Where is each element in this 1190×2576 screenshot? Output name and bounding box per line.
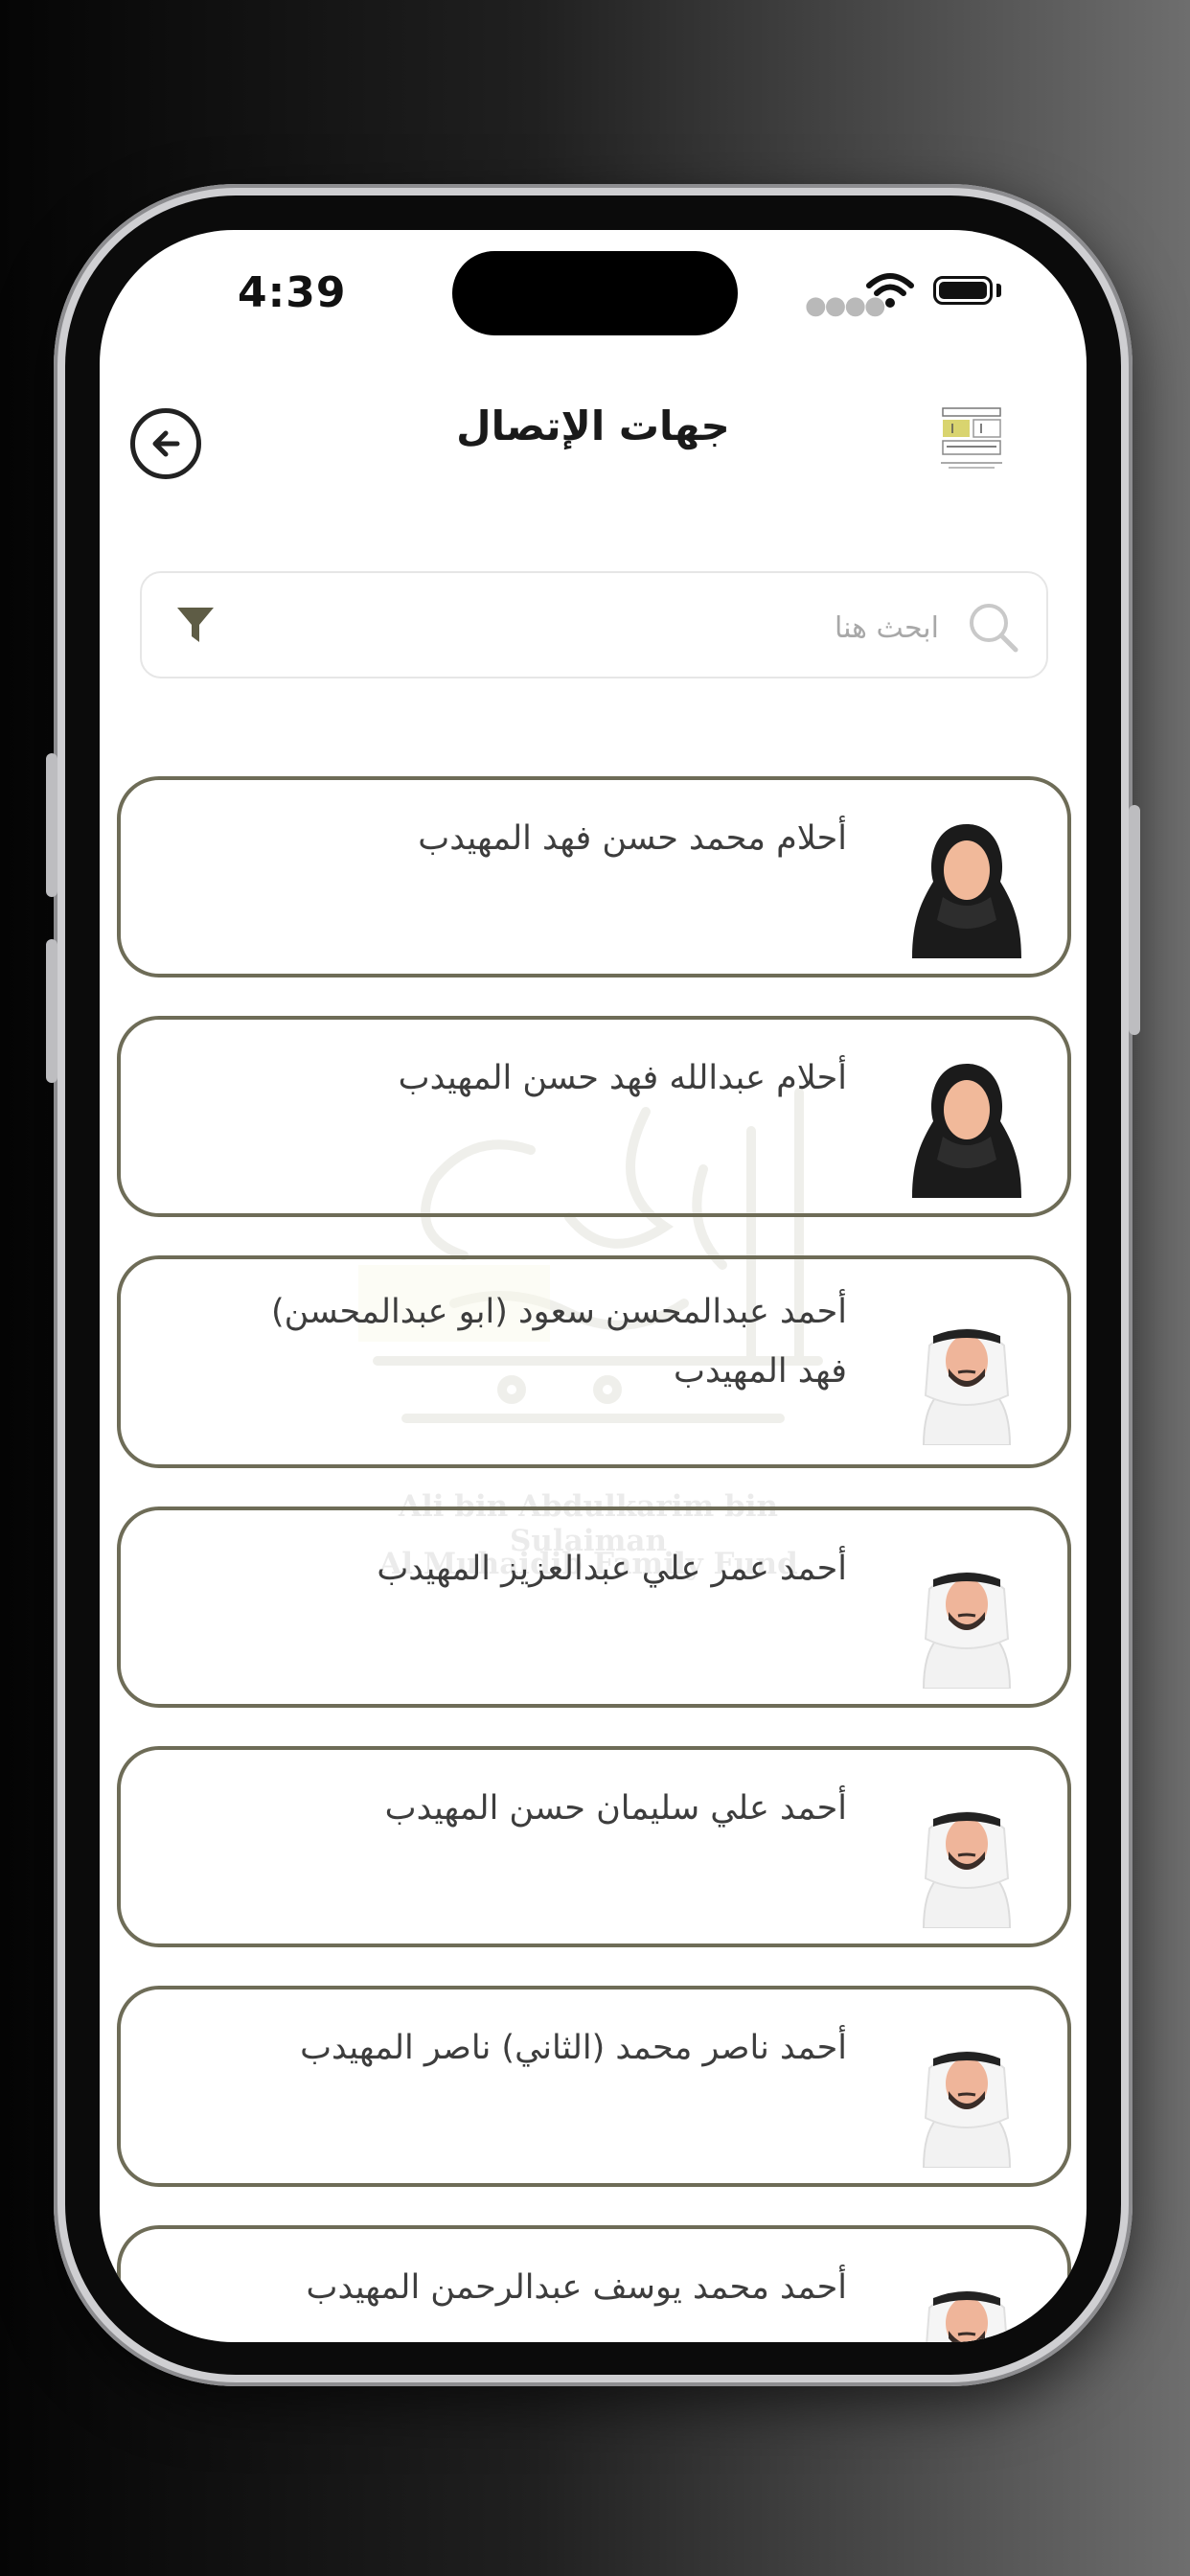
page-title: جهات الإتصال (456, 402, 730, 449)
male-avatar-icon (926, 2290, 1008, 2342)
contact-card[interactable]: أحلام عبدالله فهد حسن المهيدب (117, 1016, 1071, 1217)
female-avatar-icon (912, 824, 1021, 958)
battery-icon (933, 276, 993, 305)
contact-card[interactable]: أحمد محمد يوسف عبدالرحمن المهيدب (117, 2225, 1071, 2342)
male-avatar-icon (922, 2051, 1012, 2168)
male-avatar-icon (922, 1811, 1012, 1928)
dynamic-island (452, 251, 738, 335)
back-button[interactable] (130, 408, 201, 479)
contact-name: أحلام محمد حسن فهد المهيدب (418, 819, 847, 858)
status-bar: 4:39 ●●●● (100, 230, 1087, 355)
contact-name: أحمد محمد يوسف عبدالرحمن المهيدب (306, 2268, 847, 2307)
contact-name: أحمد عمر علي عبدالعزيز المهيدب (377, 1550, 847, 1588)
search-input[interactable] (324, 600, 941, 656)
phone-power-button (1129, 805, 1140, 1035)
contact-card[interactable]: أحمد عبدالمحسن سعود (ابو عبدالمحسن) فهد … (117, 1255, 1071, 1468)
battery-tip (996, 284, 1001, 297)
wifi-icon (866, 273, 914, 308)
phone-action-button (46, 753, 57, 897)
search-bar (140, 571, 1048, 678)
contact-name: أحمد ناصر محمد (الثاني) ناصر المهيدب (300, 2029, 847, 2067)
status-time: 4:39 (238, 268, 347, 317)
search-icon (970, 604, 1018, 653)
contact-name: أحمد عبدالمحسن سعود (ابو عبدالمحسن) فهد … (271, 1293, 847, 1391)
male-avatar-icon (922, 1328, 1012, 1445)
contact-card[interactable]: أحمد عمر علي عبدالعزيز المهيدب (117, 1506, 1071, 1708)
female-avatar-icon (912, 1064, 1021, 1198)
contact-name: أحلام عبدالله فهد حسن المهيدب (398, 1059, 847, 1097)
arrow-left-icon (152, 430, 180, 457)
phone-volume-button (46, 939, 57, 1083)
contact-name: أحمد علي سليمان حسن المهيدب (384, 1789, 847, 1828)
family-fund-logo (939, 404, 1004, 469)
contact-card[interactable]: أحمد ناصر محمد (الثاني) ناصر المهيدب (117, 1986, 1071, 2187)
filter-icon[interactable] (174, 604, 217, 646)
contact-card[interactable]: أحمد علي سليمان حسن المهيدب (117, 1746, 1071, 1947)
male-avatar-icon (922, 1572, 1012, 1689)
app-screen: 4:39 ●●●● جهات الإتصال ابحث هنا Ali bin … (100, 230, 1087, 2342)
contact-card[interactable]: أحلام محمد حسن فهد المهيدب (117, 776, 1071, 978)
